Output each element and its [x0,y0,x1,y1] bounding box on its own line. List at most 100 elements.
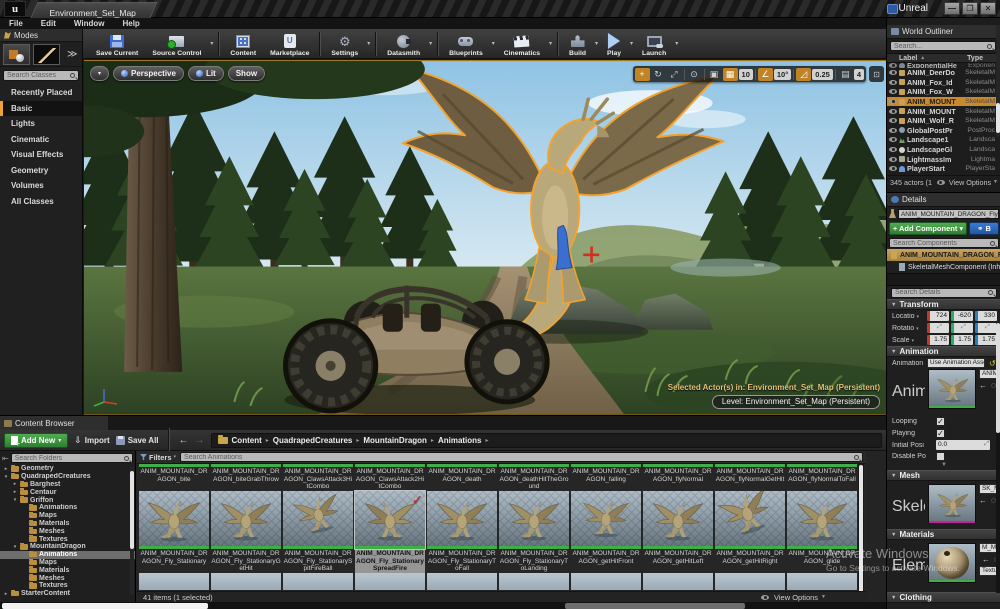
grid-snap-value[interactable]: 10 [739,69,753,80]
expand-arrow-icon[interactable]: ▾ [12,544,18,550]
search-details-input[interactable] [895,289,986,296]
asset-name[interactable]: ANIM_MOUNTAIN_DRAGON_Fly_StationaryGetHi… [211,549,281,573]
outliner-search-input[interactable] [894,43,985,50]
breadcrumb-item[interactable]: QuadrapedCreatures [273,436,353,445]
expand-section-arrow[interactable]: ▼ [887,462,1000,470]
skeletal-mesh-thumbnail[interactable] [928,484,976,524]
scale-x-field[interactable]: 1.75 [927,335,949,345]
asset-name[interactable]: ANIM_MOUNTAIN_DRAGON_getHitFront [571,549,641,573]
asset-tile[interactable]: ✓ [283,491,353,549]
breadcrumb-item[interactable]: MountainDragon [363,436,427,445]
visibility-eye-icon[interactable] [889,118,897,123]
forward-button[interactable]: → [195,435,205,446]
level-viewport[interactable]: ▾ Perspective Lit Show + ↻ ⤢ ⊙ ▣ ▦ 10 ∠ … [84,60,886,415]
menu-window[interactable]: Window [65,19,114,28]
asset-name[interactable]: ANIM_MOUNTAIN_DRAGON_flyNormalToFall [787,467,857,491]
scale-tool-button[interactable]: ⤢ [667,68,682,81]
datasmith-button[interactable]: Datasmith [380,30,427,58]
use-selected-asset-icon[interactable]: ← [979,381,987,390]
folder-row[interactable]: ▾ MountainDragon [0,543,135,551]
folder-row[interactable]: Meshes [0,527,135,535]
marketplace-button[interactable]: U Marketplace [263,30,316,58]
visibility-eye-icon[interactable] [889,89,897,94]
folder-row[interactable]: ▸ Geometry [0,465,135,473]
asset-name[interactable]: ANIM_MOUNTAIN_DRAGON_flyNormalGetHit [715,467,785,491]
viewport-options-dropdown[interactable]: ▾ [90,66,109,81]
location-z-field[interactable]: 330 [975,311,997,321]
outliner-row[interactable]: ANIM_MOUNT SkeletalM [887,97,1000,107]
asset-name[interactable]: ANIM_MOUNTAIN_DRAGON_deathHitTheGround [499,467,569,491]
folder-row[interactable]: Materials [0,566,135,574]
visibility-eye-icon[interactable] [889,99,897,104]
world-outliner-tab[interactable]: World Outliner [887,25,1000,39]
folder-row[interactable]: Textures [0,535,135,543]
move-tool-button[interactable]: + [635,68,650,81]
asset-tile[interactable]: ✓ [715,491,785,549]
play-button[interactable]: Play [600,30,628,58]
asset-tile[interactable]: ✓ [139,491,209,549]
asset-name[interactable]: ANIM_MOUNTAIN_DRAGON_falling [571,467,641,491]
location-label[interactable]: Locatio ▾ [892,313,925,320]
details-scrollbar[interactable] [996,323,1000,593]
scale-snap-value[interactable]: 0.25 [812,69,833,80]
maximize-viewport-button[interactable]: ⊡ [869,66,884,82]
search-components-input[interactable] [893,240,988,247]
modes-category[interactable]: Geometry [0,163,82,179]
content-browser-hscrollbar[interactable] [0,602,886,609]
animation-section-header[interactable]: ▼Animation [887,346,1000,357]
search-folders-box[interactable] [11,453,133,463]
source-control-button[interactable]: Source Control [145,30,208,58]
folder-row[interactable]: Meshes [0,574,135,582]
asset-name[interactable]: ANIM_MOUNTAIN_DRAGON_Fly_Stationary [139,549,209,573]
location-y-field[interactable]: -620 [951,311,973,321]
outliner-view-options[interactable]: View Options▼ [935,178,998,187]
folder-row[interactable]: Textures [0,582,135,590]
folder-tree-scrollbar[interactable] [130,467,134,595]
settings-dropdown[interactable]: ▾ [367,40,370,47]
import-button[interactable]: ⇩ Import [74,435,109,446]
search-classes-box[interactable] [3,70,79,81]
rotation-snap-value[interactable]: 10° [774,69,791,80]
settings-button[interactable]: ⚙ Settings [324,30,365,58]
expand-arrow-icon[interactable]: ▸ [12,489,18,495]
breadcrumb-item[interactable]: Content [232,436,262,445]
folder-row[interactable]: Animations [0,551,135,559]
asset-tile[interactable]: ✓ [787,491,857,549]
blueprints-button[interactable]: Blueprints [442,30,490,58]
outliner-row[interactable]: LightmassIm Lightma [887,154,1000,164]
outliner-row[interactable]: ANIM_MOUNT SkeletalM [887,106,1000,116]
materials-section-header[interactable]: ▼Materials [887,529,1000,540]
breadcrumb-item[interactable]: Animations [438,436,482,445]
modes-category[interactable]: Recently Placed [0,85,82,101]
scale-snap-button[interactable]: ◿ [796,68,811,81]
scale-label[interactable]: Scale ▾ [892,337,925,344]
outliner-row[interactable]: ANIM_Wolf_R SkeletalM [887,116,1000,126]
search-assets-input[interactable] [184,454,852,461]
asset-name[interactable]: ANIM_MOUNTAIN_DRAGON_getHitRight [715,549,785,573]
level-name-pill[interactable]: Level: Environment_Set_Map (Persistent) [712,395,880,409]
details-splitter[interactable] [887,273,1000,286]
search-components-box[interactable] [889,238,999,248]
search-assets-box[interactable] [180,452,863,462]
asset-tile[interactable]: ✓ [643,491,713,549]
folder-row[interactable]: ▸ StarterContent [0,590,135,598]
edit-blueprint-button[interactable]: ⚭ B [969,222,999,235]
modes-category[interactable]: Basic [0,101,82,117]
visibility-eye-icon[interactable] [889,157,897,162]
mesh-section-header[interactable]: ▼Mesh [887,470,1000,481]
content-browser-tab[interactable]: Content Browser [0,416,108,430]
world-coordinate-button[interactable]: ⊙ [687,68,702,81]
add-new-button[interactable]: Add New▾ [4,433,68,448]
folder-row[interactable]: Materials [0,520,135,528]
modes-category[interactable]: Visual Effects [0,147,82,163]
asset-name[interactable]: ANIM_MOUNTAIN_DRAGON_flyNormal [643,467,713,491]
datasmith-dropdown[interactable]: ▾ [429,40,432,47]
folder-row[interactable]: ▸ Barghest [0,481,135,489]
camera-speed-button[interactable]: ▤ [838,68,853,81]
asset-name[interactable]: ANIM_MOUNTAIN_DRAGON_Fly_StationaryToFal… [427,549,497,573]
outliner-row[interactable]: ANIM_Fox_Id SkeletalM [887,78,1000,88]
launch-dropdown[interactable]: ▾ [675,40,678,47]
asset-name[interactable]: ANIM_MOUNTAIN_DRAGON_bite [139,467,209,491]
component-row[interactable]: SkeletalMeshComponent (Inherited) [887,261,1000,273]
menu-help[interactable]: Help [113,19,148,28]
